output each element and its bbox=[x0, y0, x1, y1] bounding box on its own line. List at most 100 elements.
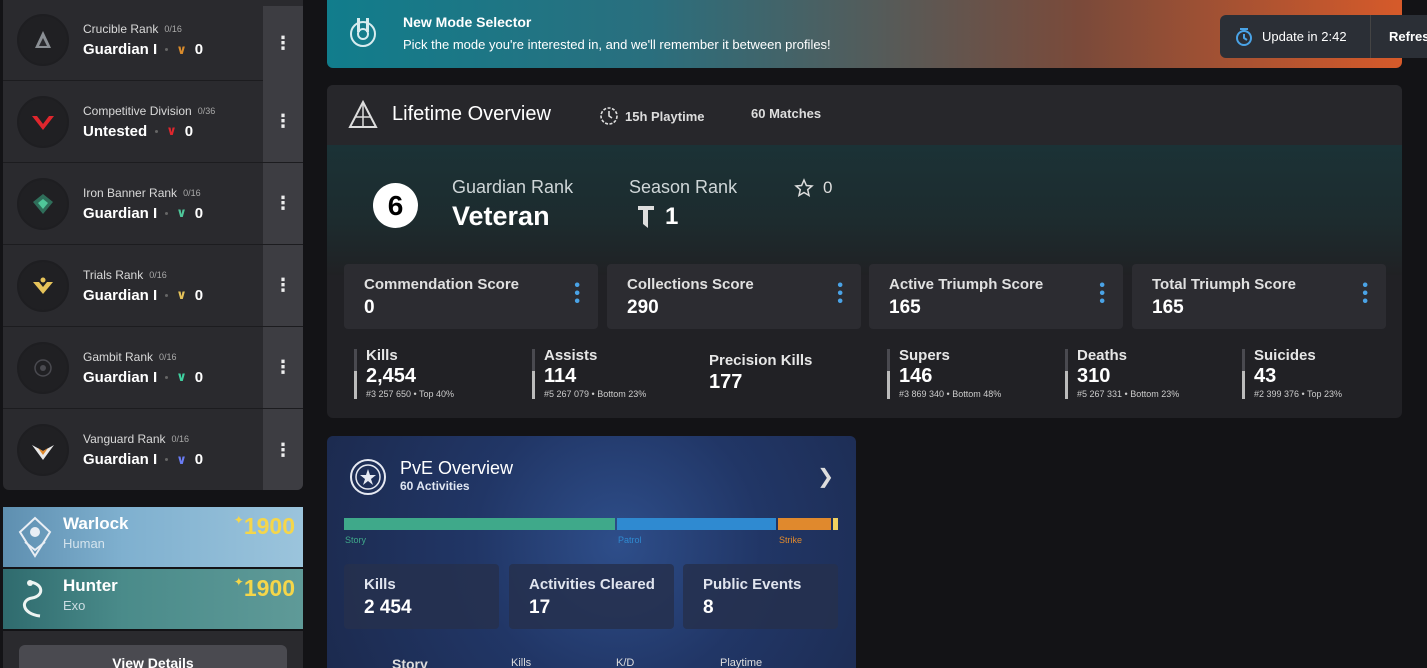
stat-rank: #3 869 340 • Bottom 48% bbox=[899, 389, 1002, 399]
percentile-bar bbox=[532, 349, 535, 399]
score-label: Collections Score bbox=[627, 276, 754, 293]
pve-overview-panel: PvE Overview 60 Activities ❯ Story Patrol… bbox=[327, 436, 856, 668]
character-class: Hunter bbox=[63, 576, 118, 595]
hunter-emblem-icon bbox=[7, 571, 63, 627]
competitive-division-icon bbox=[17, 95, 69, 148]
banner-title: New Mode Selector bbox=[403, 14, 532, 30]
lifetime-overview-panel: Lifetime Overview 15h Playtime 60 Matche… bbox=[327, 85, 1402, 418]
pve-kills-card[interactable]: Kills 2 454 bbox=[344, 564, 499, 629]
rank-row-vanguard[interactable]: Vanguard Rank 0/16 Guardian I ∨ 0 ⋮ bbox=[3, 409, 303, 490]
character-race: Human bbox=[63, 536, 105, 551]
collections-score-card[interactable]: Collections Score 290 • • • bbox=[607, 264, 861, 329]
guardian-rank-value: Veteran bbox=[452, 201, 550, 231]
star-outline-icon bbox=[794, 178, 814, 198]
card-label: Public Events bbox=[703, 576, 802, 593]
chevron-icon: ∨ bbox=[176, 369, 187, 384]
power-icon: ✦ bbox=[233, 513, 244, 527]
rank-tier: Guardian I bbox=[83, 41, 158, 58]
more-options-button[interactable]: ⋮ bbox=[263, 81, 303, 162]
activity-segment bbox=[617, 518, 776, 530]
vanguard-star-icon bbox=[350, 459, 386, 495]
kd-column-label: K/D bbox=[616, 657, 635, 668]
more-options-icon[interactable]: • • • bbox=[837, 278, 843, 310]
update-timer-label: Update in 2:42 bbox=[1262, 29, 1347, 44]
card-value: 17 bbox=[529, 597, 551, 618]
stat-rank: #3 257 650 • Top 40% bbox=[366, 389, 455, 399]
percentile-bar bbox=[887, 349, 890, 399]
score-value: 165 bbox=[1152, 297, 1184, 318]
total-triumph-score-card[interactable]: Total Triumph Score 165 • • • bbox=[1132, 264, 1386, 329]
more-options-icon[interactable]: • • • bbox=[574, 278, 580, 310]
stat-rank: #5 267 331 • Bottom 23% bbox=[1077, 389, 1180, 399]
rank-tier: Guardian I bbox=[83, 368, 158, 386]
view-details-button[interactable]: View Details bbox=[19, 645, 287, 668]
rank-points: 0 bbox=[194, 368, 204, 386]
rank-row-crucible[interactable]: Crucible Rank 0/16 Guardian I ∨ 0 ⋮ bbox=[3, 0, 303, 81]
chevron-icon: ∨ bbox=[176, 287, 187, 302]
stat-rank: #5 267 079 • Bottom 23% bbox=[544, 389, 647, 399]
character-hunter[interactable]: Hunter Exo ✦1900 bbox=[3, 569, 303, 629]
playtime-value: 15h Playtime bbox=[625, 108, 705, 124]
star-stat[interactable]: 0 bbox=[794, 178, 832, 198]
stat-value: 2,454 bbox=[366, 365, 417, 387]
rank-count: 0/16 bbox=[171, 434, 190, 444]
separator-dot bbox=[165, 293, 169, 297]
view-details-panel: View Details bbox=[3, 631, 303, 668]
rank-count: 0/16 bbox=[164, 24, 182, 34]
stat-value: 310 bbox=[1077, 365, 1111, 387]
stat-value: 43 bbox=[1254, 365, 1277, 387]
character-warlock[interactable]: Warlock Human ✦1900 bbox=[3, 507, 303, 567]
rank-row-gambit[interactable]: Gambit Rank 0/16 Guardian I ∨ 0 ⋮ bbox=[3, 327, 303, 409]
more-options-icon[interactable]: • • • bbox=[1099, 278, 1105, 310]
iron-banner-icon bbox=[17, 177, 69, 230]
matches-stat: 60 Matches bbox=[751, 106, 822, 121]
rank-row-iron-banner[interactable]: Iron Banner Rank 0/16 Guardian I ∨ 0 ⋮ bbox=[3, 163, 303, 245]
activity-segment bbox=[778, 518, 831, 530]
score-value: 290 bbox=[627, 297, 659, 318]
rank-row-trials[interactable]: Trials Rank 0/16 Guardian I ∨ 0 ⋮ bbox=[3, 245, 303, 327]
clock-icon bbox=[600, 107, 618, 125]
stat-label: Assists bbox=[544, 347, 598, 364]
card-label: Activities Cleared bbox=[529, 576, 655, 593]
pyramid-icon bbox=[348, 99, 378, 128]
percentile-bar bbox=[1065, 349, 1068, 399]
banner-subtitle: Pick the mode you're interested in, and … bbox=[403, 37, 831, 52]
chevron-right-icon[interactable]: ❯ bbox=[817, 464, 834, 489]
trials-rank-icon bbox=[17, 259, 69, 312]
more-options-button[interactable]: ⋮ bbox=[263, 245, 303, 326]
card-value: 8 bbox=[703, 597, 714, 618]
chevron-icon: ∨ bbox=[166, 123, 177, 138]
playtime-column-label: Playtime bbox=[720, 657, 763, 668]
rank-points: 0 bbox=[194, 286, 204, 304]
guardian-rank-label: Guardian Rank bbox=[452, 177, 574, 197]
active-triumph-score-card[interactable]: Active Triumph Score 165 • • • bbox=[869, 264, 1123, 329]
crucible-rank-icon bbox=[17, 14, 69, 66]
separator-dot bbox=[165, 211, 169, 215]
refresh-button[interactable]: Refresh bbox=[1370, 15, 1427, 58]
rank-count: 0/16 bbox=[159, 351, 177, 362]
chevron-icon: ∨ bbox=[176, 205, 187, 220]
more-options-button[interactable]: ⋮ bbox=[263, 409, 303, 490]
season-rank-number: 1 bbox=[665, 203, 679, 230]
rank-list: Crucible Rank 0/16 Guardian I ∨ 0 ⋮ Competi… bbox=[3, 0, 303, 490]
power-value: 1900 bbox=[243, 575, 295, 601]
public-events-card[interactable]: Public Events 8 bbox=[683, 564, 838, 629]
score-value: 0 bbox=[364, 297, 375, 318]
banner-flag-icon bbox=[638, 206, 654, 228]
power-level: ✦1900 bbox=[234, 575, 295, 602]
more-options-button[interactable]: ⋮ bbox=[263, 327, 303, 408]
more-options-icon[interactable]: • • • bbox=[1362, 278, 1368, 310]
mode-selector-icon bbox=[350, 18, 376, 47]
update-timer-button[interactable]: Update in 2:42 bbox=[1220, 15, 1370, 58]
rank-tier: Untested bbox=[83, 122, 148, 140]
more-options-button[interactable]: ⋮ bbox=[263, 6, 303, 81]
rank-row-competitive[interactable]: Competitive Division 0/36 Untested ∨ 0 ⋮ bbox=[3, 81, 303, 163]
more-options-button[interactable]: ⋮ bbox=[263, 163, 303, 244]
score-value: 165 bbox=[889, 297, 921, 318]
warlock-emblem-icon bbox=[7, 509, 63, 565]
commendation-score-card[interactable]: Commendation Score 0 • • • bbox=[344, 264, 598, 329]
activity-segment-label: Strike bbox=[779, 535, 803, 545]
activities-cleared-card[interactable]: Activities Cleared 17 bbox=[509, 564, 674, 629]
separator-dot bbox=[155, 129, 159, 133]
story-row-label: Story bbox=[392, 656, 428, 668]
